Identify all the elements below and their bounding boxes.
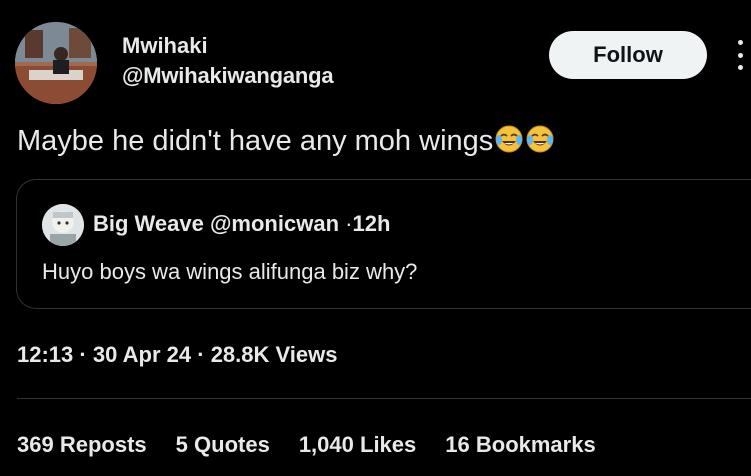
tweet-time[interactable]: 12:13 [17, 342, 73, 367]
engagement-stats: 369 Reposts 5 Quotes 1,040 Likes 16 Book… [17, 432, 596, 458]
tweet-text-body: Maybe he didn't have any moh wings [17, 125, 494, 157]
stat-label: Quotes [194, 432, 270, 457]
more-dot [737, 40, 743, 45]
views-count: 28.8K [210, 342, 270, 367]
author-handle[interactable]: @Mwihakiwanganga [122, 63, 334, 89]
stat-number: 16 [445, 432, 470, 457]
quote-text: Huyo boys wa wings alifunga biz why? [42, 259, 418, 284]
stat-number: 369 [17, 432, 54, 457]
stat-likes[interactable]: 1,040 Likes [299, 432, 416, 458]
stat-bookmarks[interactable]: 16 Bookmarks [445, 432, 595, 458]
meta-separator: · [79, 342, 87, 367]
tears-of-joy-emoji-icon [526, 125, 554, 153]
quote-timestamp[interactable]: 12h [352, 211, 390, 236]
more-options-icon[interactable] [733, 40, 747, 70]
tweet-text: Maybe he didn't have any moh wings [17, 124, 555, 158]
meta-separator: · [197, 342, 205, 367]
quote-author-handle[interactable]: @monicwan [210, 211, 339, 236]
stat-number: 1,040 [298, 432, 354, 457]
stat-reposts[interactable]: 369 Reposts [17, 432, 147, 458]
more-dot [737, 52, 743, 58]
quoted-tweet-card[interactable]: Big Weave @monicwan ·12h Huyo boys wa wi… [16, 179, 751, 309]
stat-label: Bookmarks [475, 432, 596, 457]
tweet-date[interactable]: 30 Apr 24 [93, 342, 191, 367]
views-label: Views [275, 342, 338, 367]
quote-header: Big Weave @monicwan ·12h [93, 211, 390, 237]
stat-quotes[interactable]: 5 Quotes [176, 432, 270, 458]
author-avatar[interactable] [15, 22, 97, 104]
tears-of-joy-emoji-icon [495, 125, 523, 153]
stat-label: Reposts [59, 432, 147, 457]
tweet-meta: 12:13 · 30 Apr 24 · 28.8K Views [17, 342, 338, 368]
stat-label: Likes [360, 432, 417, 457]
tweet-page: Mwihaki @Mwihakiwanganga Follow Maybe he… [0, 0, 751, 476]
author-name[interactable]: Mwihaki [122, 33, 208, 59]
stat-number: 5 [175, 432, 188, 457]
more-dot [737, 65, 743, 70]
quote-author-avatar[interactable] [42, 204, 84, 246]
divider [17, 398, 751, 399]
quote-author-name[interactable]: Big Weave [93, 211, 204, 236]
follow-button[interactable]: Follow [549, 31, 707, 79]
